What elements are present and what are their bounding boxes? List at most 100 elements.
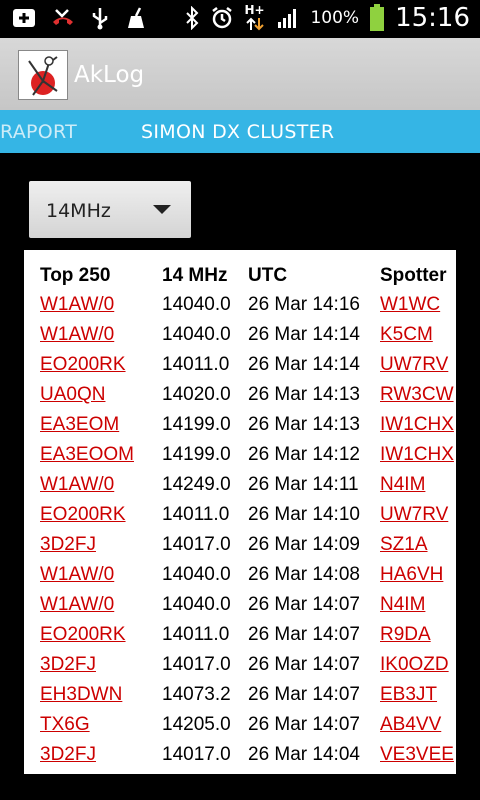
spotter-call-link[interactable]: UW7RV <box>380 354 448 375</box>
spotter-call-cell: EB3JT <box>380 680 456 710</box>
frequency-cell: 14040.0 <box>162 324 231 345</box>
table-row: W1AW/0 14040.0 26 Mar 14:16 W1WC <box>40 290 456 320</box>
band-selector[interactable]: 14MHz <box>29 181 191 238</box>
spotter-call-cell: VE3VEE <box>380 740 456 770</box>
table-row: EO200RK 14011.0 26 Mar 14:14 UW7RV <box>40 350 456 380</box>
spotter-call-link[interactable]: IK0OZD <box>380 654 449 675</box>
table-row: EA3EOOM 14199.0 26 Mar 14:12 IW1CHX <box>40 440 456 470</box>
frequency-cell: 14040.0 <box>162 594 231 615</box>
band-selector-value: 14MHz <box>46 200 111 222</box>
dx-call-link[interactable]: 3D2FJ <box>40 654 96 675</box>
data-arrows-icon: H+ <box>244 3 266 33</box>
spotter-call-link[interactable]: RW3CW <box>380 384 454 405</box>
frequency-cell: 14017.0 <box>162 744 231 765</box>
spotter-call-link[interactable]: EB3JT <box>380 684 437 705</box>
utc-time-cell: 26 Mar 14:07 <box>248 594 360 615</box>
dx-call-link[interactable]: EO200RK <box>40 354 126 375</box>
frequency-cell: 14017.0 <box>162 534 231 555</box>
battery-icon <box>370 4 385 31</box>
table-header-row: Top 250 14 MHz UTC Spotter <box>40 262 456 290</box>
utc-time-cell: 26 Mar 14:07 <box>248 624 360 645</box>
column-header-dx-call: Top 250 <box>40 265 111 286</box>
spotter-call-link[interactable]: K5CM <box>380 324 433 345</box>
dx-call-link[interactable]: TX6G <box>40 714 90 735</box>
dx-call-cell: UA0QN <box>40 380 162 410</box>
app-title: AkLog <box>74 62 145 88</box>
spotter-call-link[interactable]: N4IM <box>380 474 425 495</box>
spotter-call-link[interactable]: VE3VEE <box>380 744 454 765</box>
dx-call-cell: W1AW/0 <box>40 560 162 590</box>
spots-table-panel: Top 250 14 MHz UTC Spotter W1AW/0 14040.0… <box>24 250 456 774</box>
dx-call-cell: W1AW/0 <box>40 290 162 320</box>
column-header-frequency: 14 MHz <box>162 265 228 286</box>
spotter-call-cell: R9DA <box>380 620 456 650</box>
frequency-cell: 14249.0 <box>162 474 231 495</box>
table-row: W1AW/0 14040.0 26 Mar 14:14 K5CM <box>40 320 456 350</box>
dx-call-link[interactable]: 3D2FJ <box>40 744 96 765</box>
dropdown-arrow-icon <box>153 205 171 214</box>
utc-time-cell: 26 Mar 14:09 <box>248 534 360 555</box>
dx-call-cell: EH3DWN <box>40 680 162 710</box>
dx-call-link[interactable]: EO200RK <box>40 624 126 645</box>
status-indicators: H+ 100% 15:16 <box>184 3 470 33</box>
spotter-call-cell: N4IM <box>380 470 456 500</box>
utc-time-cell: 26 Mar 14:07 <box>248 654 360 675</box>
dx-call-link[interactable]: W1AW/0 <box>40 564 114 585</box>
spotter-call-cell: RW3CW <box>380 380 456 410</box>
dx-call-link[interactable]: EO200RK <box>40 504 126 525</box>
dx-call-cell: EO200RK <box>40 500 162 530</box>
spots-table: Top 250 14 MHz UTC Spotter W1AW/0 14040.0… <box>40 262 456 770</box>
dx-call-link[interactable]: UA0QN <box>40 384 105 405</box>
dx-call-cell: EA3EOOM <box>40 440 162 470</box>
dx-call-cell: W1AW/0 <box>40 590 162 620</box>
spotter-call-cell: SZ1A <box>380 530 456 560</box>
frequency-cell: 14011.0 <box>162 624 230 645</box>
action-bar: AkLog <box>0 38 480 111</box>
network-type-label: H+ <box>244 3 265 17</box>
bluetooth-icon <box>186 6 199 30</box>
dx-call-link[interactable]: EA3EOOM <box>40 444 134 465</box>
column-header-utc: UTC <box>248 265 288 286</box>
spotter-call-link[interactable]: SZ1A <box>380 534 428 555</box>
utc-time-cell: 26 Mar 14:08 <box>248 564 360 585</box>
utc-time-cell: 26 Mar 14:10 <box>248 504 360 525</box>
spotter-call-link[interactable]: N4IM <box>380 594 425 615</box>
clock: 15:16 <box>395 3 470 33</box>
dx-call-link[interactable]: 3D2FJ <box>40 534 96 555</box>
dx-call-link[interactable]: EH3DWN <box>40 684 122 705</box>
table-row: 3D2FJ 14017.0 26 Mar 14:04 VE3VEE <box>40 740 456 770</box>
utc-time-cell: 26 Mar 14:04 <box>248 744 360 765</box>
app-logo-icon[interactable] <box>18 50 68 100</box>
spotter-call-link[interactable]: IW1CHX <box>380 414 454 435</box>
tab-simon-dx-cluster[interactable]: SIMON DX CLUSTER <box>141 121 334 143</box>
utc-time-cell: 26 Mar 14:07 <box>248 684 360 705</box>
dx-call-link[interactable]: W1AW/0 <box>40 294 114 315</box>
spotter-call-link[interactable]: W1WC <box>380 294 440 315</box>
spotter-call-link[interactable]: R9DA <box>380 624 431 645</box>
table-row: TX6G 14205.0 26 Mar 14:07 AB4VV <box>40 710 456 740</box>
spotter-call-cell: IW1CHX <box>380 410 456 440</box>
spotter-call-link[interactable]: HA6VH <box>380 564 443 585</box>
dx-call-link[interactable]: W1AW/0 <box>40 594 114 615</box>
table-row: 3D2FJ 14017.0 26 Mar 14:07 IK0OZD <box>40 650 456 680</box>
dx-call-cell: 3D2FJ <box>40 650 162 680</box>
spotter-call-cell: W1WC <box>380 290 456 320</box>
spotter-call-link[interactable]: IW1CHX <box>380 444 454 465</box>
table-row: EO200RK 14011.0 26 Mar 14:10 UW7RV <box>40 500 456 530</box>
dx-call-cell: TX6G <box>40 710 162 740</box>
utc-time-cell: 26 Mar 14:11 <box>248 474 359 495</box>
dx-call-link[interactable]: W1AW/0 <box>40 324 114 345</box>
dx-call-cell: 3D2FJ <box>40 740 162 770</box>
spotter-call-link[interactable]: AB4VV <box>380 714 441 735</box>
spotter-call-link[interactable]: UW7RV <box>380 504 448 525</box>
dx-call-cell: EO200RK <box>40 620 162 650</box>
dx-call-cell: EO200RK <box>40 350 162 380</box>
table-row: EH3DWN 14073.2 26 Mar 14:07 EB3JT <box>40 680 456 710</box>
dx-call-link[interactable]: EA3EOM <box>40 414 119 435</box>
notification-icons <box>12 6 146 30</box>
utc-time-cell: 26 Mar 14:13 <box>248 384 360 405</box>
battery-percent: 100% <box>310 8 360 28</box>
dx-call-cell: EA3EOM <box>40 410 162 440</box>
dx-call-link[interactable]: W1AW/0 <box>40 474 114 495</box>
tab-raport[interactable]: RAPORT <box>0 121 77 143</box>
